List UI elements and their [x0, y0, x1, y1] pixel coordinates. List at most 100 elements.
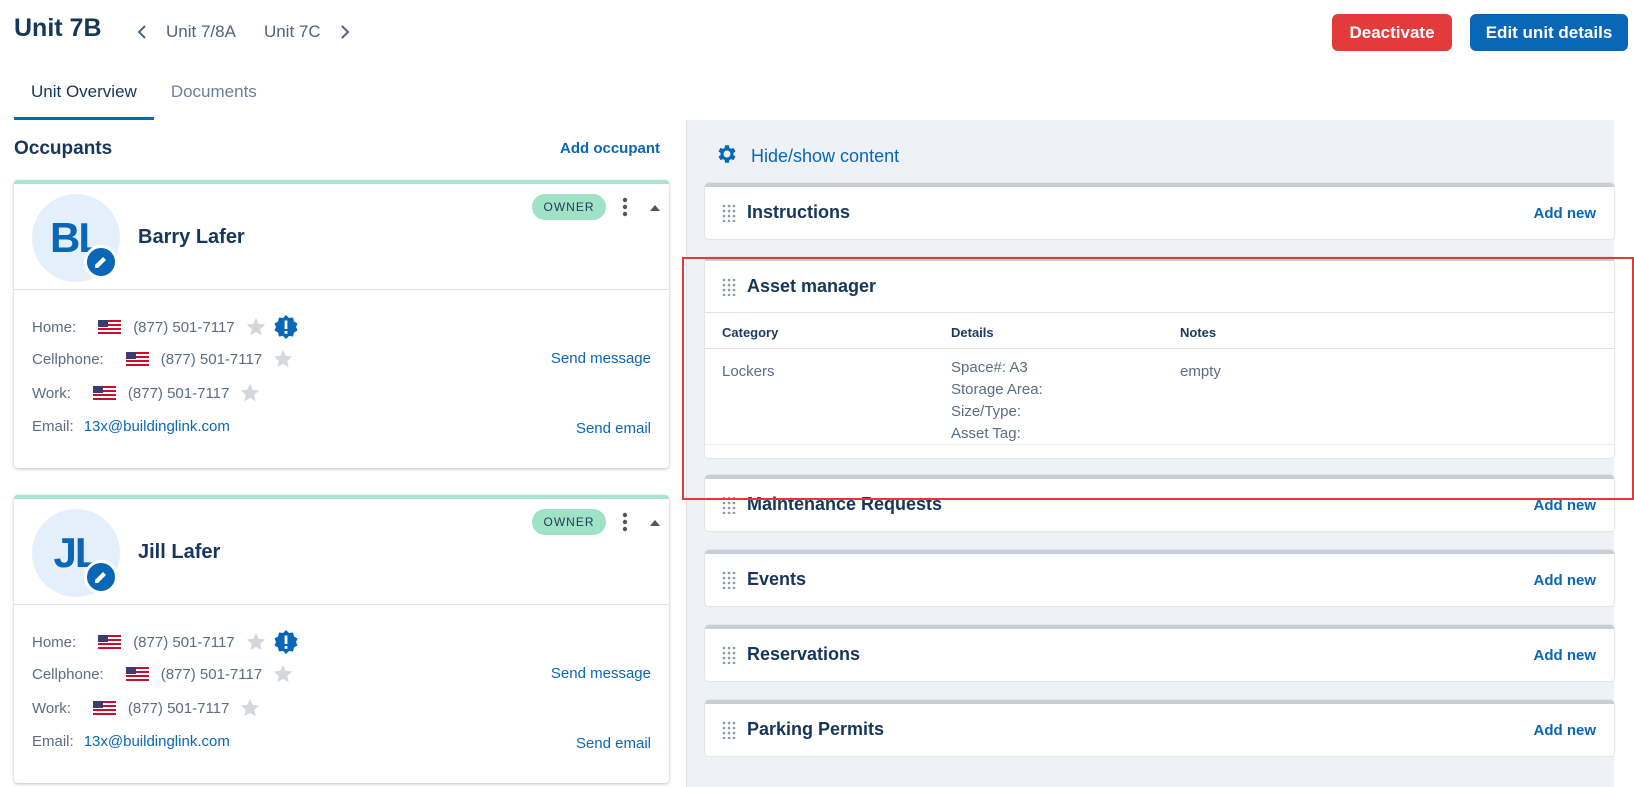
work-phone: (877) 501-7117 — [127, 384, 230, 402]
asset-detail-line: Storage Area: — [951, 381, 1043, 398]
asset-detail-line: Asset Tag: — [951, 425, 1021, 442]
occupant-card: BL Barry Lafer OWNER Home: (877) 501-711… — [14, 180, 669, 468]
pencil-icon[interactable] — [84, 560, 118, 594]
send-email-link[interactable]: Send email — [576, 420, 651, 437]
alert-badge-icon — [273, 629, 299, 655]
status-badge: OWNER — [532, 194, 606, 220]
drag-handle-icon[interactable] — [722, 721, 737, 740]
star-icon[interactable] — [245, 631, 267, 653]
alert-badge-icon — [273, 314, 299, 340]
gear-icon — [715, 142, 751, 171]
asset-category: Lockers — [722, 363, 775, 380]
star-icon[interactable] — [245, 316, 267, 338]
drag-handle-icon[interactable] — [722, 278, 737, 297]
column-header-category: Category — [722, 325, 779, 340]
prev-unit-link[interactable]: Unit 7/8A — [166, 22, 236, 42]
email-row: Email: 13x@buildinglink.com — [32, 733, 230, 750]
more-options-icon[interactable] — [618, 196, 632, 218]
page-title: Unit 7B — [14, 14, 102, 42]
asset-table: Category Details Notes Lockers Space#: A… — [705, 313, 1614, 445]
star-icon[interactable] — [239, 697, 261, 719]
occupant-contact-details: Home: (877) 501-7117 Cellphone: (877) 50… — [14, 290, 669, 468]
content-column: Hide/show content Instructions Add new A… — [686, 120, 1614, 787]
star-icon[interactable] — [272, 663, 294, 685]
column-header-details: Details — [951, 325, 994, 340]
parking-permits-panel: Parking Permits Add new — [705, 700, 1614, 756]
us-flag-icon — [92, 386, 116, 400]
asset-manager-panel: Asset manager Category Details Notes Loc… — [705, 257, 1614, 458]
table-header-row: Category Details Notes — [705, 313, 1614, 349]
add-occupant-link[interactable]: Add occupant — [560, 140, 660, 157]
home-label: Home: — [32, 318, 77, 336]
cell-phone: (877) 501-7117 — [160, 665, 263, 683]
reservations-panel: Reservations Add new — [705, 625, 1614, 681]
send-email-link[interactable]: Send email — [576, 735, 651, 752]
occupant-name[interactable]: Jill Lafer — [138, 541, 220, 564]
home-phone: (877) 501-7117 — [133, 318, 235, 336]
send-message-link[interactable]: Send message — [551, 350, 651, 367]
occupant-card-header: BL Barry Lafer OWNER — [14, 184, 669, 290]
instructions-panel: Instructions Add new — [705, 183, 1614, 239]
hide-show-label: Hide/show content — [751, 146, 900, 166]
us-flag-icon — [92, 701, 116, 715]
email-row: Email: 13x@buildinglink.com — [32, 418, 230, 435]
edit-unit-details-button[interactable]: Edit unit details — [1470, 14, 1628, 51]
cellphone-label: Cellphone: — [32, 350, 104, 368]
collapse-caret-icon[interactable] — [648, 200, 662, 211]
send-message-link[interactable]: Send message — [551, 665, 651, 682]
next-unit-link[interactable]: Unit 7C — [264, 22, 321, 42]
panel-title: Instructions — [747, 202, 851, 222]
email-label: Email: — [32, 733, 74, 750]
more-options-icon[interactable] — [618, 511, 632, 533]
email-link[interactable]: 13x@buildinglink.com — [84, 418, 230, 435]
us-flag-icon — [98, 635, 122, 649]
collapse-caret-icon[interactable] — [648, 515, 662, 526]
drag-handle-icon[interactable] — [722, 496, 737, 515]
add-new-event-link[interactable]: Add new — [1534, 572, 1597, 589]
work-label: Work: — [32, 384, 71, 402]
occupants-column: Occupants Add occupant BL Barry Lafer OW… — [0, 120, 686, 787]
cell-phone: (877) 501-7117 — [160, 350, 263, 368]
occupant-name[interactable]: Barry Lafer — [138, 226, 245, 249]
email-label: Email: — [32, 418, 74, 435]
table-row[interactable]: Lockers Space#: A3 Storage Area: Size/Ty… — [705, 349, 1614, 445]
cell-phone-row: Cellphone: (877) 501-7117 — [32, 663, 294, 685]
events-panel: Events Add new — [705, 550, 1614, 606]
chevron-right-icon[interactable] — [335, 20, 355, 44]
page-header: Unit 7B Unit 7/8A Unit 7C Deactivate Edi… — [0, 0, 1634, 66]
chevron-left-icon[interactable] — [132, 20, 152, 44]
work-phone: (877) 501-7117 — [127, 699, 230, 717]
asset-detail-line: Space#: A3 — [951, 359, 1028, 376]
maintenance-requests-panel: Maintenance Requests Add new — [705, 475, 1614, 531]
work-phone-row: Work: (877) 501-7117 — [32, 697, 261, 719]
drag-handle-icon[interactable] — [722, 571, 737, 590]
add-new-maintenance-link[interactable]: Add new — [1534, 497, 1597, 514]
panel-title: Asset manager — [747, 276, 877, 296]
email-link[interactable]: 13x@buildinglink.com — [84, 733, 230, 750]
add-new-instruction-link[interactable]: Add new — [1534, 205, 1597, 222]
home-phone-row: Home: (877) 501-7117 — [32, 314, 299, 340]
add-new-reservation-link[interactable]: Add new — [1534, 647, 1597, 664]
drag-handle-icon[interactable] — [722, 646, 737, 665]
hide-show-content-button[interactable]: Hide/show content — [715, 142, 899, 171]
panel-title: Parking Permits — [747, 719, 885, 739]
asset-detail-line: Size/Type: — [951, 403, 1022, 420]
cellphone-label: Cellphone: — [32, 665, 104, 683]
column-header-notes: Notes — [1180, 325, 1217, 340]
home-label: Home: — [32, 633, 77, 651]
star-icon[interactable] — [272, 348, 294, 370]
home-phone: (877) 501-7117 — [133, 633, 235, 651]
deactivate-button[interactable]: Deactivate — [1332, 14, 1452, 51]
work-label: Work: — [32, 699, 71, 717]
panel-title: Events — [747, 569, 807, 589]
star-icon[interactable] — [239, 382, 261, 404]
tab-documents[interactable]: Documents — [154, 70, 274, 120]
tab-unit-overview[interactable]: Unit Overview — [14, 70, 154, 120]
asset-notes: empty — [1180, 363, 1221, 380]
unit-navigation: Unit 7/8A Unit 7C — [132, 20, 355, 44]
panel-title: Reservations — [747, 644, 861, 664]
add-new-parking-permit-link[interactable]: Add new — [1534, 722, 1597, 739]
drag-handle-icon[interactable] — [722, 204, 737, 223]
pencil-icon[interactable] — [84, 245, 118, 279]
tab-bar: Unit Overview Documents — [14, 70, 274, 120]
